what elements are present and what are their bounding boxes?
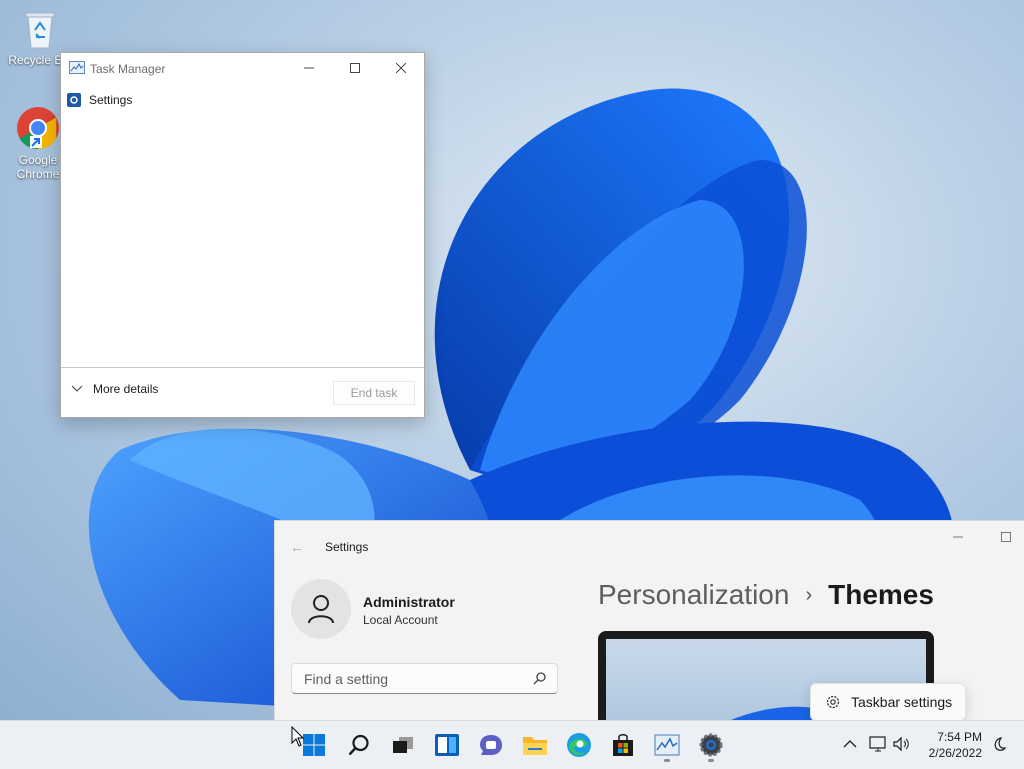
volume-icon (893, 736, 909, 752)
chevron-down-icon (71, 385, 83, 392)
search-button[interactable] (344, 730, 374, 760)
taskbar: 7:54 PM 2/26/2022 (0, 720, 1024, 769)
find-setting-search[interactable] (291, 663, 558, 694)
clock[interactable]: 7:54 PM 2/26/2022 (920, 729, 982, 761)
settings-app-icon (67, 93, 81, 107)
network-button[interactable] (867, 733, 889, 755)
settings-title: Settings (325, 540, 369, 554)
avatar[interactable] (291, 579, 351, 639)
gear-icon (826, 695, 840, 709)
running-indicator (708, 759, 714, 762)
settings-maximize-button[interactable] (995, 529, 1017, 545)
task-view-button[interactable] (388, 730, 418, 760)
minimize-icon (304, 67, 314, 69)
task-manager-icon (69, 61, 85, 74)
task-view-icon (393, 737, 413, 753)
start-icon (303, 734, 325, 756)
minimize-button[interactable] (286, 53, 332, 83)
breadcrumb-parent[interactable]: Personalization (598, 579, 789, 611)
store-icon (613, 734, 633, 756)
page-title: Themes (828, 579, 934, 610)
breadcrumb-separator: › (805, 583, 813, 606)
teams-chat-button[interactable] (476, 730, 506, 760)
search-icon[interactable] (533, 671, 547, 685)
task-manager-titlebar[interactable]: Task Manager (61, 53, 424, 83)
task-manager-taskbar-button[interactable] (652, 730, 682, 760)
show-hidden-icons-button[interactable] (839, 733, 861, 755)
process-label: Settings (89, 93, 133, 107)
recycle-bin-icon (25, 12, 55, 49)
focus-assist-button[interactable] (987, 733, 1009, 755)
running-indicator (664, 759, 670, 762)
search-input[interactable] (302, 669, 526, 689)
task-manager-window: Task Manager Settings More details End t… (60, 52, 425, 418)
widgets-icon (435, 734, 459, 756)
task-manager-footer: More details End task (61, 367, 424, 417)
breadcrumb: Personalization › Themes (598, 579, 934, 611)
mouse-cursor-icon (291, 726, 305, 747)
process-row[interactable]: Settings (67, 91, 132, 109)
volume-button[interactable] (891, 733, 913, 755)
account-type: Local Account (363, 613, 438, 627)
more-details-label: More details (93, 382, 159, 396)
moon-icon (994, 737, 1006, 751)
teams-chat-icon (480, 735, 502, 755)
network-icon (869, 736, 886, 752)
user-icon (308, 595, 334, 624)
maximize-icon (350, 63, 360, 73)
maximize-button[interactable] (332, 53, 378, 83)
end-task-button[interactable]: End task (333, 381, 415, 405)
close-button[interactable] (378, 53, 424, 83)
settings-icon (699, 733, 723, 757)
file-explorer-icon (523, 737, 547, 755)
chrome-icon (17, 107, 59, 149)
taskbar-settings-label: Taskbar settings (851, 694, 953, 710)
settings-minimize-button[interactable] (947, 529, 969, 545)
back-arrow-icon[interactable]: ← (290, 539, 304, 555)
task-manager-icon (654, 734, 680, 756)
minimize-icon (953, 536, 963, 538)
task-manager-title: Task Manager (90, 62, 166, 76)
close-icon (396, 63, 406, 73)
widgets-button[interactable] (432, 730, 462, 760)
more-details-toggle[interactable]: More details (71, 382, 158, 396)
store-button[interactable] (608, 730, 638, 760)
chevron-up-icon (843, 740, 857, 748)
edge-icon (567, 733, 591, 757)
clock-date: 2/26/2022 (928, 746, 982, 760)
search-icon (348, 734, 369, 756)
settings-taskbar-button[interactable] (696, 730, 726, 760)
taskbar-settings-menu-item[interactable]: Taskbar settings (810, 683, 966, 721)
account-name: Administrator (363, 594, 455, 610)
file-explorer-button[interactable] (520, 730, 550, 760)
edge-button[interactable] (564, 730, 594, 760)
clock-time: 7:54 PM (937, 730, 982, 744)
maximize-icon (1001, 532, 1011, 542)
